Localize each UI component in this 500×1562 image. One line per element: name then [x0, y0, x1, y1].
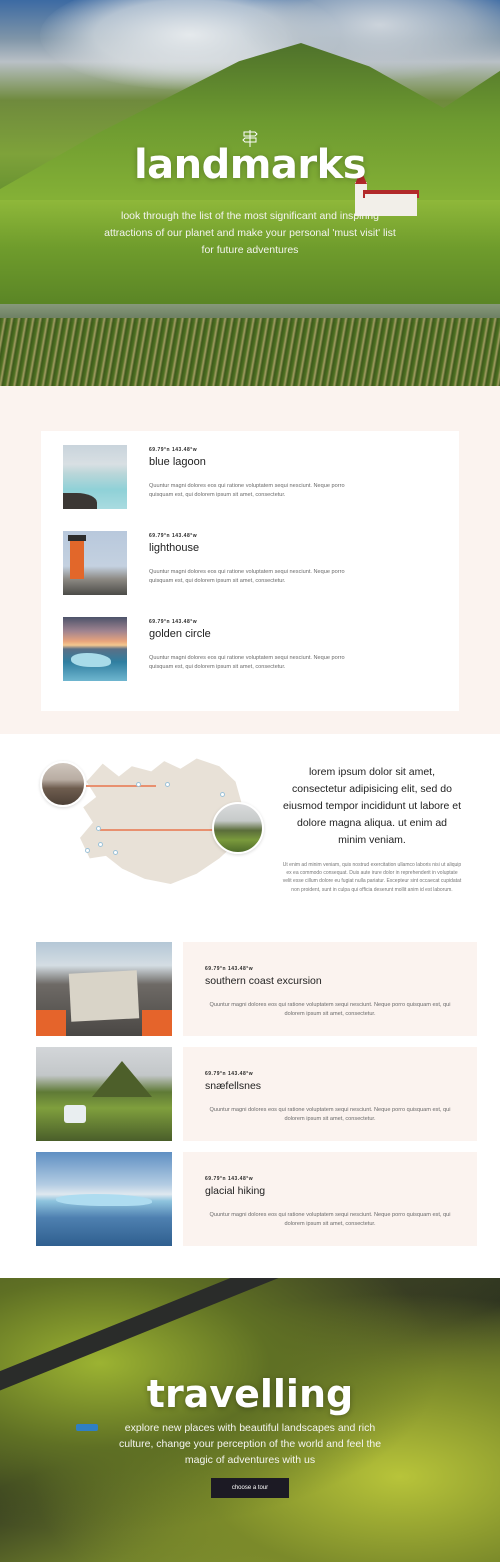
tour-title[interactable]: glacial hiking	[205, 1185, 455, 1197]
blue-lagoon-photo[interactable]	[63, 445, 127, 509]
item-title[interactable]: blue lagoon	[149, 456, 437, 468]
landmarks-card: 69.79°n 143.48°w blue lagoon Quuntur mag…	[41, 431, 459, 711]
travel-content: travelling explore new places with beaut…	[0, 1372, 500, 1498]
map-marker[interactable]	[96, 826, 101, 831]
tour-title[interactable]: snæfellsnes	[205, 1080, 455, 1092]
tour-card[interactable]: 69.79°n 143.48°w glacial hiking Quuntur …	[36, 1152, 477, 1246]
coordinates: 69.79°n 143.48°w	[205, 1176, 254, 1182]
tour-card[interactable]: 69.79°n 143.48°w snæfellsnes Quuntur mag…	[36, 1047, 477, 1141]
map-lead-text: lorem ipsum dolor sit amet, consectetur …	[282, 766, 462, 846]
hero-content: landmarks look through the list of the m…	[0, 128, 500, 259]
golden-circle-photo[interactable]	[63, 617, 127, 681]
tour-description: Quuntur magni dolores eos qui ratione vo…	[209, 1212, 451, 1227]
coordinates: 69.79°n 143.48°w	[149, 533, 198, 539]
waterfall-circle-photo[interactable]	[212, 802, 264, 854]
tours-section: 69.79°n 143.48°w southern coast excursio…	[0, 912, 500, 1246]
map-marker[interactable]	[113, 850, 118, 855]
list-item[interactable]: 69.79°n 143.48°w lighthouse Quuntur magn…	[63, 531, 437, 617]
item-title[interactable]: golden circle	[149, 628, 437, 640]
map-section: lorem ipsum dolor sit amet, consectetur …	[0, 734, 500, 912]
tour-title[interactable]: southern coast excursion	[205, 975, 455, 987]
tour-description: Quuntur magni dolores eos qui ratione vo…	[209, 1107, 451, 1122]
travel-title: travelling	[146, 1372, 354, 1416]
coordinates: 69.79°n 143.48°w	[205, 966, 254, 972]
glacial-hiking-photo[interactable]	[36, 1152, 172, 1246]
map-marker[interactable]	[98, 842, 103, 847]
tour-card[interactable]: 69.79°n 143.48°w southern coast excursio…	[36, 942, 477, 1036]
map-marker[interactable]	[165, 782, 170, 787]
item-description: Quuntur magni dolores eos qui ratione vo…	[149, 483, 345, 498]
southern-coast-photo[interactable]	[36, 942, 172, 1036]
map-marker[interactable]	[85, 848, 90, 853]
list-item[interactable]: 69.79°n 143.48°w golden circle Quuntur m…	[63, 617, 437, 703]
item-description: Quuntur magni dolores eos qui ratione vo…	[149, 655, 345, 670]
map-marker[interactable]	[220, 792, 225, 797]
map-connector-line	[86, 785, 156, 787]
map-text: lorem ipsum dolor sit amet, consectetur …	[282, 764, 462, 894]
coordinates: 69.79°n 143.48°w	[205, 1071, 254, 1077]
item-description: Quuntur magni dolores eos qui ratione vo…	[149, 569, 345, 584]
page-title: landmarks	[133, 142, 367, 188]
map-marker[interactable]	[136, 782, 141, 787]
landmarks-section: 69.79°n 143.48°w blue lagoon Quuntur mag…	[0, 386, 500, 734]
coordinates: 69.79°n 143.48°w	[149, 619, 198, 625]
hero-grass	[0, 318, 500, 386]
choose-tour-button[interactable]: choose a tour	[211, 1478, 289, 1498]
travel-subtitle: explore new places with beautiful landsc…	[118, 1422, 382, 1466]
list-item[interactable]: 69.79°n 143.48°w blue lagoon Quuntur mag…	[63, 445, 437, 531]
landmark-circle-photo[interactable]	[40, 761, 86, 807]
coordinates: 69.79°n 143.48°w	[149, 447, 198, 453]
hero-subtitle: look through the list of the most signif…	[104, 210, 396, 256]
tour-description: Quuntur magni dolores eos qui ratione vo…	[209, 1002, 451, 1017]
travel-section: travelling explore new places with beaut…	[0, 1278, 500, 1562]
lighthouse-photo[interactable]	[63, 531, 127, 595]
map-connector-line	[100, 829, 214, 831]
snaefellsnes-photo[interactable]	[36, 1047, 172, 1141]
hero-section: landmarks look through the list of the m…	[0, 0, 500, 386]
item-title[interactable]: lighthouse	[149, 542, 437, 554]
map-body-text: Ut enim ad minim veniam, quis nostrud ex…	[282, 862, 462, 893]
